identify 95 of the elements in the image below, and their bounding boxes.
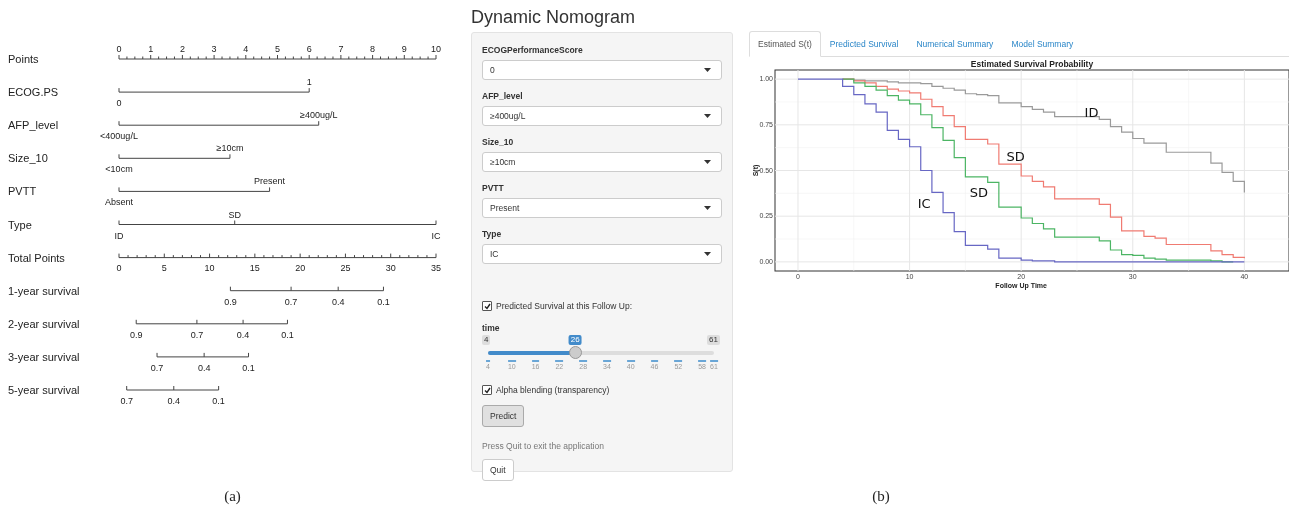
variable-label: Total Points bbox=[8, 251, 65, 264]
variable-label: 1-year survival bbox=[8, 284, 80, 297]
tick-label: ≥10cm bbox=[216, 143, 244, 154]
dropdown[interactable]: ≥400ug/L bbox=[482, 106, 722, 126]
predict-button[interactable]: Predict bbox=[482, 405, 525, 427]
tick-label: 0.1 bbox=[242, 362, 255, 373]
tick-label: 4 bbox=[243, 44, 249, 54]
field-label: Type bbox=[482, 229, 503, 239]
field-label: Size_10 bbox=[482, 137, 515, 147]
variable-label: Type bbox=[8, 218, 32, 231]
caret-icon bbox=[704, 160, 711, 164]
tick-label: 0.1 bbox=[281, 329, 294, 340]
tick-label: 5 bbox=[161, 262, 167, 273]
field-label: ECOGPerformanceScore bbox=[482, 45, 584, 55]
variable-label: ECOG.PS bbox=[8, 86, 59, 99]
variable-label: 3-year survival bbox=[8, 350, 80, 363]
tick-label: 30 bbox=[385, 262, 396, 273]
tick-label: 0.9 bbox=[224, 296, 237, 307]
tick-label: 0.7 bbox=[284, 296, 298, 307]
checkbox[interactable] bbox=[482, 385, 492, 395]
tick-label: ID bbox=[114, 230, 124, 241]
dropdown[interactable]: 0 bbox=[482, 60, 722, 80]
field-label: AFP_level bbox=[482, 91, 524, 101]
variable-label: PVTT bbox=[8, 185, 37, 198]
curve-label: ID bbox=[1084, 105, 1099, 121]
tab[interactable]: Numerical Summary bbox=[907, 31, 1003, 57]
variable-label: 5-year survival bbox=[8, 384, 80, 396]
curve-label: IC bbox=[917, 195, 931, 211]
tick-label: 0.4 bbox=[167, 396, 181, 406]
checkbox-label: Predicted Survival at this Follow Up: bbox=[496, 301, 633, 311]
dropdown[interactable]: ≥10cm bbox=[482, 152, 722, 172]
tick-label: 0.7 bbox=[190, 329, 204, 340]
field-label: PVTT bbox=[482, 183, 505, 193]
variable-label: Points bbox=[8, 53, 39, 65]
curve-label: SD bbox=[969, 184, 988, 200]
quit-button[interactable]: Quit bbox=[482, 459, 514, 481]
tick-label: 0.1 bbox=[377, 296, 390, 307]
tick-label: 0.4 bbox=[236, 329, 250, 340]
figure-caption: (a) bbox=[223, 488, 242, 505]
tick-label: 7 bbox=[338, 44, 344, 54]
tick-label: 10 bbox=[431, 44, 441, 54]
slider-track[interactable] bbox=[488, 346, 714, 359]
tick-label: 1 bbox=[306, 77, 312, 88]
tick-label: 0.9 bbox=[129, 329, 143, 340]
tick-label: 25 bbox=[340, 262, 351, 273]
tick-label: IC bbox=[431, 230, 441, 241]
slider-thumb[interactable] bbox=[568, 346, 582, 359]
tick-label: 5 bbox=[275, 44, 280, 54]
tick-label: Absent bbox=[105, 197, 133, 208]
tick-label: 20 bbox=[295, 262, 306, 273]
slider-label: time bbox=[482, 323, 500, 333]
tick-label: 0.1 bbox=[212, 396, 225, 406]
app-title: Dynamic Nomogram bbox=[471, 6, 637, 29]
caret-icon bbox=[704, 252, 711, 256]
tick-label: <10cm bbox=[105, 164, 133, 175]
tick-label: 0 bbox=[116, 98, 122, 109]
tick-label: 0.4 bbox=[331, 296, 345, 307]
tick-label: 0 bbox=[116, 262, 122, 273]
tick-label: 0.7 bbox=[150, 362, 164, 373]
caret-icon bbox=[704, 68, 711, 72]
tick-label: 35 bbox=[431, 262, 441, 273]
checkbox[interactable] bbox=[482, 301, 492, 311]
slider-value-label: 26 bbox=[568, 335, 582, 345]
tick-label: 0.4 bbox=[197, 362, 211, 373]
checkbox-label: Alpha blending (transparency) bbox=[496, 385, 610, 395]
tick-label: 0.7 bbox=[120, 396, 133, 406]
tick-label: 8 bbox=[370, 44, 376, 54]
dropdown[interactable]: Present bbox=[482, 198, 722, 218]
help-text: Press Quit to exit the application bbox=[482, 441, 604, 451]
variable-label: AFP_level bbox=[8, 119, 59, 132]
chart-title: Estimated Survival Probability bbox=[970, 59, 1094, 69]
tick-label: 0 bbox=[116, 44, 122, 54]
tick-label: 15 bbox=[249, 262, 260, 273]
slider-max-label: 61 bbox=[707, 335, 720, 345]
tab[interactable]: Model Summary bbox=[1002, 31, 1083, 57]
tick-label: 6 bbox=[306, 44, 312, 54]
tick-label: 3 bbox=[211, 44, 217, 54]
caret-icon bbox=[704, 114, 711, 118]
tick-label: SD bbox=[228, 209, 241, 220]
tick-label: 9 bbox=[401, 44, 407, 54]
curve-label: SD bbox=[1006, 149, 1025, 165]
tab[interactable]: Predicted Survival bbox=[820, 31, 908, 57]
tab[interactable]: Estimated S(t) bbox=[749, 31, 821, 57]
tick-label: 2 bbox=[179, 44, 185, 54]
caret-icon bbox=[704, 206, 711, 210]
figure-caption: (b) bbox=[871, 488, 891, 505]
tick-label: 10 bbox=[204, 262, 215, 273]
slider-min-label: 4 bbox=[482, 335, 491, 345]
tick-label: 1 bbox=[148, 44, 154, 54]
tick-label: <400ug/L bbox=[100, 131, 138, 142]
variable-label: Size_10 bbox=[8, 152, 48, 165]
tick-label: ≥400ug/L bbox=[299, 110, 338, 121]
dropdown[interactable]: IC bbox=[482, 244, 722, 264]
tick-label: Present bbox=[254, 176, 286, 187]
variable-label: 2-year survival bbox=[8, 317, 80, 330]
